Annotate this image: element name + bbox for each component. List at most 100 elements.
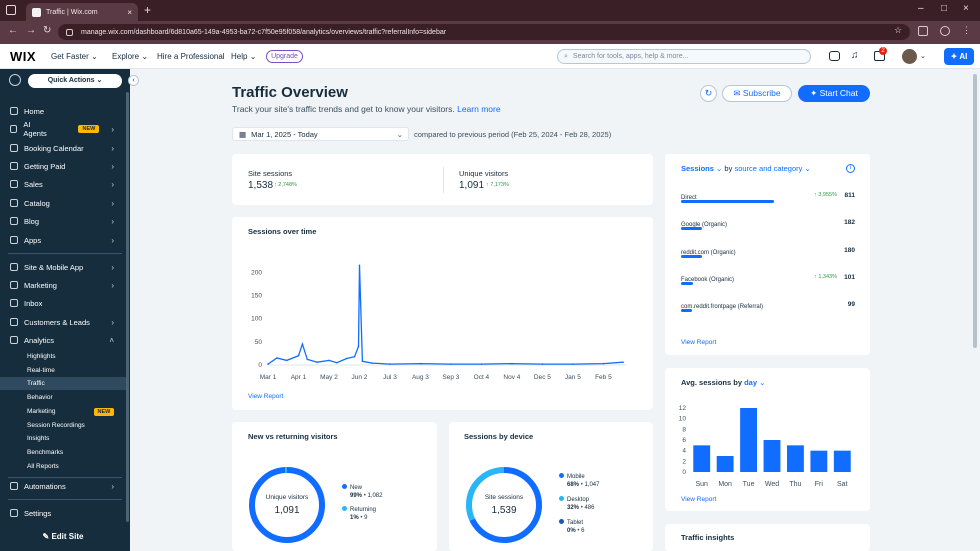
source-row[interactable]: Google (Organic) 182 bbox=[681, 219, 857, 233]
quick-actions-button[interactable]: Quick Actions ⌄ bbox=[28, 74, 122, 88]
source-row[interactable]: reddit.com (Organic) 180 bbox=[681, 247, 857, 261]
sidebar-sub-marketing[interactable]: Marketing NEW bbox=[0, 405, 126, 418]
sessions-data-point[interactable] bbox=[306, 358, 309, 361]
avatar[interactable] bbox=[902, 49, 917, 64]
sidebar-item-booking-calendar[interactable]: Booking Calendar › bbox=[0, 140, 126, 156]
refresh-icon[interactable]: ↻ bbox=[700, 85, 717, 102]
nav-help[interactable]: Help ⌄ bbox=[231, 52, 256, 61]
sidebar-item-home[interactable]: Home bbox=[0, 103, 126, 119]
minimize-icon[interactable]: – bbox=[918, 3, 924, 14]
sidebar-sub-all-reports[interactable]: All Reports bbox=[0, 460, 126, 473]
site-info-icon[interactable] bbox=[66, 28, 73, 36]
sessions-data-point[interactable] bbox=[511, 362, 513, 365]
sessions-data-point[interactable] bbox=[419, 362, 422, 365]
sources-view-report-link[interactable]: View Report bbox=[681, 339, 716, 346]
sidebar-item-settings[interactable]: Settings bbox=[0, 505, 126, 521]
sessions-data-point[interactable] bbox=[541, 363, 544, 365]
chat-icon[interactable] bbox=[829, 51, 840, 61]
sessions-view-report-link[interactable]: View Report bbox=[248, 393, 283, 400]
account-chevron-icon[interactable]: ⌄ bbox=[920, 52, 926, 60]
sessions-data-point[interactable] bbox=[450, 363, 452, 365]
sessions-data-point[interactable] bbox=[301, 343, 304, 345]
start-chat-button[interactable]: ✦ Start Chat bbox=[798, 85, 870, 102]
sessions-data-point[interactable] bbox=[602, 362, 605, 365]
sidebar-item-apps[interactable]: Apps › bbox=[0, 232, 126, 248]
back-icon[interactable]: ← bbox=[8, 25, 18, 36]
sessions-data-point[interactable] bbox=[572, 363, 574, 365]
nav-hire-professional[interactable]: Hire a Professional bbox=[157, 52, 225, 61]
sessions-data-point[interactable] bbox=[316, 361, 318, 364]
nav-get-faster[interactable]: Get Faster ⌄ bbox=[51, 52, 98, 61]
extensions-icon[interactable] bbox=[918, 26, 928, 36]
sessions-data-point[interactable] bbox=[480, 363, 483, 365]
browser-tab[interactable]: Traffic | Wix.com × bbox=[26, 3, 138, 21]
avg-sessions-header[interactable]: Avg. sessions by day ⌄ bbox=[681, 378, 765, 387]
bar-fri[interactable] bbox=[810, 450, 828, 472]
avg-sessions-view-report-link[interactable]: View Report bbox=[681, 496, 716, 503]
favorites-icon[interactable] bbox=[9, 74, 21, 86]
bookmark-star-icon[interactable]: ☆ bbox=[894, 25, 902, 36]
day-selector[interactable]: day bbox=[744, 378, 757, 387]
sidebar-item-inbox[interactable]: Inbox bbox=[0, 295, 126, 311]
sidebar-sub-traffic[interactable]: Traffic bbox=[0, 377, 126, 390]
sidebar-item-customers-leads[interactable]: Customers & Leads › bbox=[0, 314, 126, 330]
sessions-data-point[interactable] bbox=[267, 363, 269, 365]
sessions-data-point[interactable] bbox=[371, 362, 374, 364]
sessions-data-point[interactable] bbox=[358, 264, 361, 267]
sidebar-sub-insights[interactable]: Insights bbox=[0, 432, 126, 445]
learn-more-link[interactable]: Learn more bbox=[457, 104, 500, 114]
nav-explore[interactable]: Explore ⌄ bbox=[112, 52, 148, 61]
sessions-data-point[interactable] bbox=[622, 361, 624, 364]
sidebar-scrollbar[interactable] bbox=[126, 92, 129, 522]
bar-thu[interactable] bbox=[786, 445, 804, 472]
sessions-data-point[interactable] bbox=[285, 359, 288, 362]
sidebar-item-catalog[interactable]: Catalog › bbox=[0, 195, 126, 211]
close-tab-icon[interactable]: × bbox=[127, 8, 132, 17]
sidebar-sub-session-recordings[interactable]: Session Recordings bbox=[0, 419, 126, 432]
sidebar-item-automations[interactable]: Automations › bbox=[0, 478, 126, 494]
search-input[interactable]: ⌕ Search for tools, apps, help & more... bbox=[557, 49, 811, 64]
metric-selector[interactable]: Sessions bbox=[681, 164, 714, 173]
sidebar-item-site-mobile-app[interactable]: Site & Mobile App › bbox=[0, 259, 126, 275]
upgrade-button[interactable]: Upgrade bbox=[266, 50, 303, 63]
ai-button[interactable]: ✦ AI bbox=[944, 48, 974, 65]
source-row[interactable]: Facebook (Organic) ↑ 1,343% 101 bbox=[681, 274, 857, 288]
sessions-data-point[interactable] bbox=[276, 357, 278, 359]
url-bar[interactable]: manage.wix.com/dashboard/6d810a65-149a-4… bbox=[58, 24, 910, 40]
sidebar-item-blog[interactable]: Blog › bbox=[0, 213, 126, 229]
close-window-icon[interactable]: × bbox=[963, 3, 969, 14]
bar-wed[interactable] bbox=[763, 440, 781, 472]
sidebar-item-analytics[interactable]: Analytics ˄ bbox=[0, 332, 126, 348]
sessions-data-point[interactable] bbox=[336, 361, 338, 364]
sidebar-sub-benchmarks[interactable]: Benchmarks bbox=[0, 446, 126, 459]
sessions-data-point[interactable] bbox=[353, 355, 356, 358]
bar-tue[interactable] bbox=[740, 408, 758, 472]
sessions-data-point[interactable] bbox=[328, 359, 330, 362]
sessions-data-point[interactable] bbox=[297, 354, 300, 357]
sidebar-item-sales[interactable]: Sales › bbox=[0, 176, 126, 192]
tab-search-icon[interactable] bbox=[6, 5, 16, 15]
source-row[interactable]: com.reddit.frontpage (Referral) 99 bbox=[681, 301, 857, 315]
dimension-selector[interactable]: source and category bbox=[734, 164, 802, 173]
forward-icon[interactable]: → bbox=[26, 25, 36, 36]
sidebar-item-getting-paid[interactable]: Getting Paid › bbox=[0, 158, 126, 174]
sidebar-sub-real-time[interactable]: Real-time bbox=[0, 364, 126, 377]
sessions-by-source-header[interactable]: Sessions ⌄ by source and category ⌄ bbox=[681, 164, 811, 173]
sidebar-sub-behavior[interactable]: Behavior bbox=[0, 391, 126, 404]
new-tab-icon[interactable]: + bbox=[144, 3, 151, 17]
sessions-data-point[interactable] bbox=[357, 345, 360, 348]
source-row[interactable]: Direct ↑ 3,955% 811 bbox=[681, 192, 857, 206]
notifications-bell-icon[interactable]: ♫ bbox=[851, 50, 859, 61]
reload-icon[interactable]: ↻ bbox=[43, 25, 51, 36]
sessions-data-point[interactable] bbox=[345, 357, 348, 360]
bar-sat[interactable] bbox=[833, 450, 851, 472]
profile-icon[interactable] bbox=[940, 26, 950, 36]
bar-mon[interactable] bbox=[716, 456, 734, 472]
sidebar-sub-highlights[interactable]: Highlights bbox=[0, 350, 126, 363]
sessions-data-point[interactable] bbox=[361, 360, 364, 363]
date-range-picker[interactable]: ▦ Mar 1, 2025 - Today ⌄ bbox=[232, 127, 409, 141]
sessions-data-point[interactable] bbox=[389, 363, 391, 365]
sidebar-item-ai-agents[interactable]: AI Agents NEW › bbox=[0, 120, 126, 138]
wix-logo[interactable]: WIX bbox=[10, 49, 36, 64]
maximize-icon[interactable]: □ bbox=[941, 3, 947, 14]
